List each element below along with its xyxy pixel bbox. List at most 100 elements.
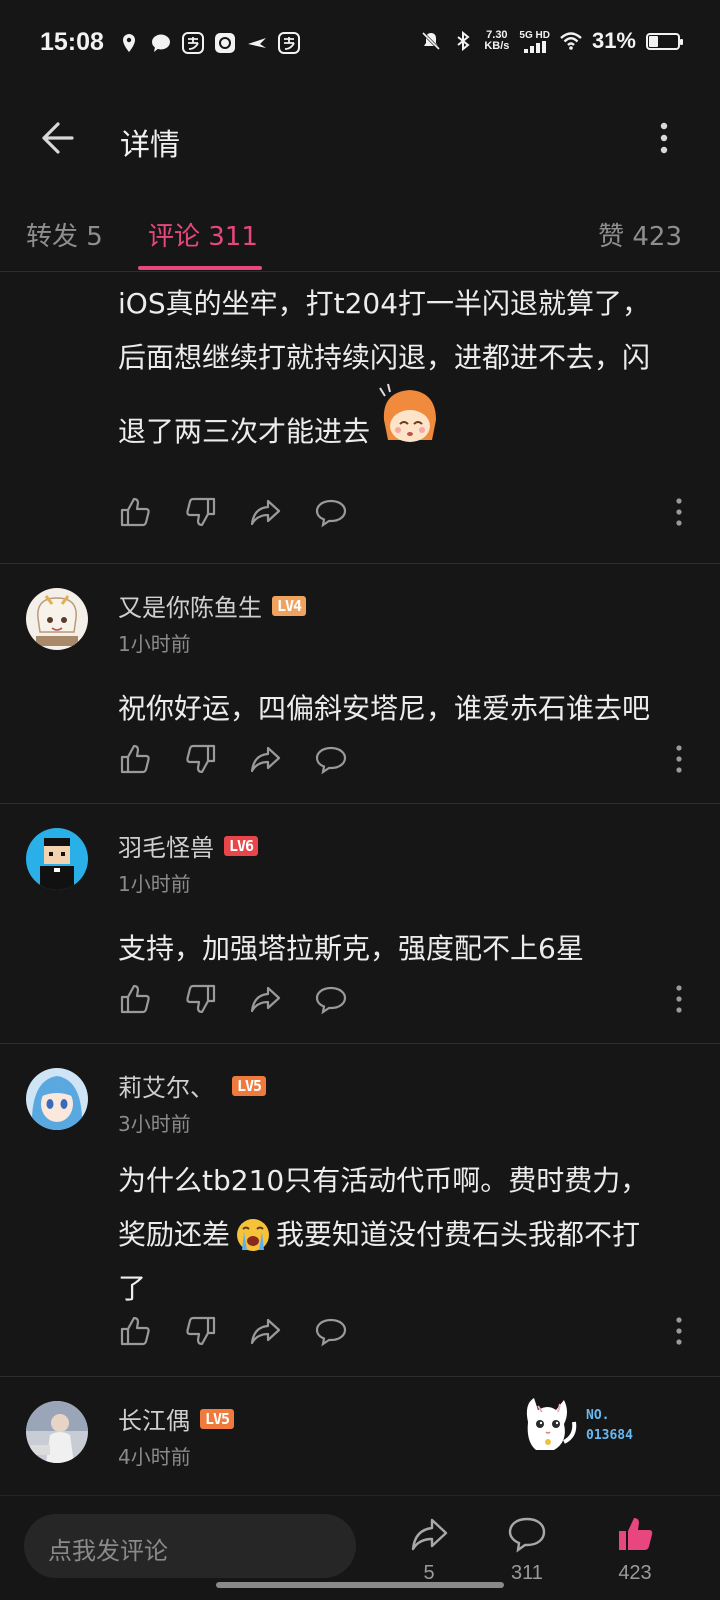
comment-button[interactable]: 311 xyxy=(492,1514,562,1585)
thumb-down-icon[interactable] xyxy=(184,1314,218,1348)
thumb-up-filled-icon xyxy=(619,1518,653,1550)
status-right: 7.30 KB/s 5G HD 31% xyxy=(420,28,683,54)
comment-text-line: 为什么tb210只有活动代币啊。费时费力， xyxy=(118,1164,649,1197)
comment-text-line: iOS真的坐牢，打t204打一半闪退就算了， xyxy=(118,287,651,320)
comment-time: 1小时前 xyxy=(118,632,191,656)
avatar[interactable] xyxy=(26,1068,88,1130)
signal-bars-icon xyxy=(523,40,546,53)
comment-item: iOS真的坐牢，打t204打一半闪退就算了， 后面想继续打就持续闪退，进都进不去… xyxy=(0,273,720,564)
reply-bubble-icon[interactable] xyxy=(314,742,348,776)
username[interactable]: 长江偶 xyxy=(118,1401,190,1436)
comment-item: 又是你陈鱼生 LV4 1小时前 祝你好运，四偏斜安塔尼，谁爱赤石谁去吧 xyxy=(0,564,720,804)
battery-percent: 31% xyxy=(591,28,636,53)
bluetooth-icon xyxy=(457,30,470,52)
cellular-signal: 5G HD xyxy=(519,30,550,53)
avatar[interactable] xyxy=(26,1401,88,1463)
thumb-down-icon[interactable] xyxy=(184,495,218,529)
comment-more-icon[interactable] xyxy=(674,497,684,527)
app-icon xyxy=(215,33,235,53)
thumb-up-icon[interactable] xyxy=(118,495,152,529)
tab-bar: 转发 5 评论 311 赞 423 xyxy=(0,200,720,272)
like-count: 423 xyxy=(618,1562,652,1584)
reply-bubble-icon[interactable] xyxy=(314,495,348,529)
crying-emoji-icon xyxy=(237,1219,270,1251)
mute-icon xyxy=(422,31,441,51)
thumb-down-icon[interactable] xyxy=(184,742,218,776)
alipay-icon-2 xyxy=(278,32,300,54)
comment-input[interactable]: 点我发评论 xyxy=(24,1514,356,1578)
net-speed-unit: KB/s xyxy=(484,40,510,52)
reply-bubble-icon[interactable] xyxy=(314,982,348,1016)
comment-item: 莉艾尔、 LV5 3小时前 为什么tb210只有活动代币啊。费时费力， 奖励还差… xyxy=(0,1044,720,1377)
comment-more-icon[interactable] xyxy=(674,744,684,774)
username-row: 羽毛怪兽 LV6 xyxy=(118,828,259,863)
tab-likes[interactable]: 赞 423 xyxy=(598,216,682,253)
share-icon[interactable] xyxy=(248,1314,282,1348)
thumb-up-icon[interactable] xyxy=(118,1314,152,1348)
comment-actions xyxy=(118,742,698,776)
avatar[interactable] xyxy=(26,588,88,650)
comment-text: 支持，加强塔拉斯克，强度配不上6星 xyxy=(118,932,584,965)
level-badge: LV6 xyxy=(224,835,259,856)
battery-fill xyxy=(649,35,658,47)
comment-text-line: 退了两三次才能进去 xyxy=(118,383,698,459)
username-row: 又是你陈鱼生 LV4 xyxy=(118,588,307,623)
username[interactable]: 又是你陈鱼生 xyxy=(118,588,262,623)
share-button[interactable]: 5 xyxy=(394,1514,464,1585)
badge-number: 013684 xyxy=(586,1428,633,1443)
comment-text-line: 奖励还差 我要知道没付费石头我都不打 xyxy=(118,1208,698,1262)
badge-label: NO. xyxy=(586,1408,610,1423)
white-cat-icon xyxy=(526,1398,577,1450)
wifi-icon xyxy=(560,32,582,50)
comment-text: 为什么tb210只有活动代币啊。费时费力， 奖励还差 我要知道没付费石头我都不打… xyxy=(118,1154,698,1316)
comment-list[interactable]: iOS真的坐牢，打t204打一半闪退就算了， 后面想继续打就持续闪退，进都进不去… xyxy=(0,273,720,1495)
home-indicator[interactable] xyxy=(216,1582,504,1588)
page: 15:08 7.30 KB/s 5G HD 31% 详情 转发 5 评论 311… xyxy=(0,0,720,1600)
reply-bubble-icon[interactable] xyxy=(314,1314,348,1348)
share-icon[interactable] xyxy=(248,495,282,529)
share-icon[interactable] xyxy=(248,742,282,776)
level-badge: LV5 xyxy=(232,1075,267,1096)
battery-icon xyxy=(646,32,683,50)
level-badge: LV5 xyxy=(200,1408,235,1429)
location-icon xyxy=(123,34,135,52)
comment-text-line: 后面想继续打就持续闪退，进都进不去，闪 xyxy=(118,341,651,374)
active-tab-indicator xyxy=(138,266,262,270)
like-button[interactable]: 423 xyxy=(600,1514,670,1585)
comment-text-segment: 退了两三次才能进去 xyxy=(118,415,371,448)
comment-time: 1小时前 xyxy=(118,872,191,896)
comment-time: 4小时前 xyxy=(118,1445,191,1469)
comment-more-icon[interactable] xyxy=(674,984,684,1014)
bottom-bar: 点我发评论 5 311 423 xyxy=(0,1495,720,1600)
username[interactable]: 羽毛怪兽 xyxy=(118,828,214,863)
comment-item: 羽毛怪兽 LV6 1小时前 支持，加强塔拉斯克，强度配不上6星 xyxy=(0,804,720,1044)
comment-text: iOS真的坐牢，打t204打一半闪退就算了， 后面想继续打就持续闪退，进都进不去… xyxy=(118,277,698,459)
avatar[interactable] xyxy=(26,828,88,890)
tab-comments[interactable]: 评论 311 xyxy=(148,216,258,253)
fan-badge: NO. 013684 xyxy=(520,1392,660,1462)
back-arrow-icon[interactable] xyxy=(36,118,76,158)
share-icon[interactable] xyxy=(248,982,282,1016)
comment-actions xyxy=(118,495,698,529)
more-options-icon[interactable] xyxy=(644,118,684,158)
network-type: 5G HD xyxy=(519,29,550,41)
tab-repost[interactable]: 转发 5 xyxy=(26,216,103,253)
thumb-up-icon[interactable] xyxy=(118,742,152,776)
comment-text-line: 了 xyxy=(118,1272,147,1305)
thumb-down-icon[interactable] xyxy=(184,982,218,1016)
comment-time: 3小时前 xyxy=(118,1112,191,1136)
comment-text-segment: 奖励还差 xyxy=(118,1218,231,1251)
thumb-up-icon[interactable] xyxy=(118,982,152,1016)
username[interactable]: 莉艾尔、 xyxy=(118,1068,214,1103)
badge-number-block: NO. 013684 xyxy=(586,1406,633,1446)
username-row: 长江偶 LV5 xyxy=(118,1401,235,1436)
avatar-image xyxy=(26,828,88,890)
comment-actions xyxy=(118,1314,698,1348)
comment-more-icon[interactable] xyxy=(674,1316,684,1346)
net-speed: 7.30 KB/s xyxy=(484,30,509,52)
alipay-icon xyxy=(182,32,204,54)
share-icon xyxy=(411,1518,448,1551)
status-bar: 15:08 7.30 KB/s 5G HD 31% xyxy=(0,0,720,90)
avatar-image xyxy=(26,1068,88,1130)
comment-actions xyxy=(118,982,698,1016)
